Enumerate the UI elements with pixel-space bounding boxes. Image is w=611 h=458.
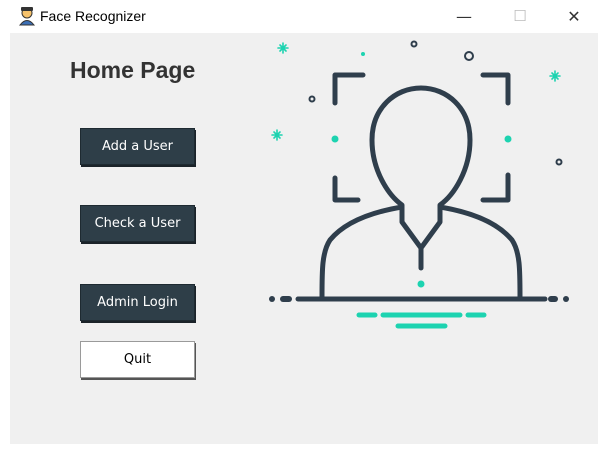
title-bar: Face Recognizer — ☐ ✕ xyxy=(0,0,611,32)
admin-login-button[interactable]: Admin Login xyxy=(80,284,195,321)
minimize-button[interactable]: — xyxy=(444,0,484,32)
page-title: Home Page xyxy=(70,57,196,83)
quit-button[interactable]: Quit xyxy=(80,341,195,378)
close-button[interactable]: ✕ xyxy=(554,0,594,32)
face-scan-user-icon xyxy=(269,40,569,329)
check-user-button[interactable]: Check a User xyxy=(80,205,195,242)
face-recognizer-app-icon xyxy=(18,7,36,26)
maximize-button[interactable]: ☐ xyxy=(500,0,540,32)
add-user-button[interactable]: Add a User xyxy=(80,128,195,165)
window-title: Face Recognizer xyxy=(40,8,146,24)
